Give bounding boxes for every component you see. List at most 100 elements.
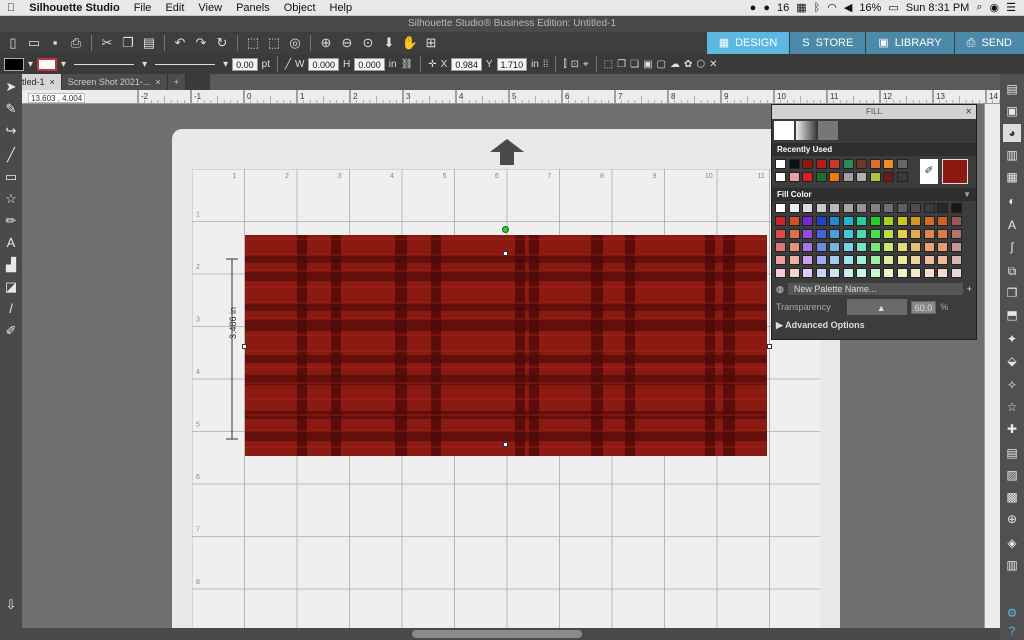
recent-color-swatch[interactable] [815,159,827,169]
tab-library[interactable]: ▣ LIBRARY [865,32,954,54]
x-field[interactable]: 0.984 [451,57,482,71]
recent-color-swatch[interactable] [775,172,786,182]
palette-color-swatch[interactable] [775,216,786,226]
pencil-icon[interactable]: ✏ [2,212,20,230]
pattern-fill-icon[interactable] [818,121,838,140]
knife-icon[interactable]: / [2,300,20,318]
palette-color-swatch[interactable] [896,229,908,239]
palette-color-swatch[interactable] [896,268,908,278]
center-icon[interactable]: ⊡ [571,59,579,70]
close-icon[interactable]: ✕ [709,59,717,70]
palette-color-swatch[interactable] [910,242,921,252]
palette-color-swatch[interactable] [856,242,867,252]
battery-percent[interactable]: 16% [859,2,881,14]
zoom-in-icon[interactable]: ⊕ [317,34,335,52]
map-icon[interactable]: ▥ [1003,556,1021,574]
battery-icon[interactable]: ▭ [888,1,898,14]
palette-color-swatch[interactable] [775,229,786,239]
palette-color-swatch[interactable] [896,255,908,265]
text-icon[interactable]: A [2,234,20,252]
recent-color-swatch[interactable] [802,159,813,169]
palette-color-swatch[interactable] [842,255,854,265]
palette-color-swatch[interactable] [842,216,854,226]
control-center-icon[interactable]: ☰ [1006,1,1016,14]
palette-color-swatch[interactable] [802,203,813,213]
doc-tab-screenshot[interactable]: Screen Shot 2021-... × [61,74,168,90]
volume-icon[interactable]: ◀ [844,1,852,14]
palette-color-swatch[interactable] [937,268,948,278]
tab-send[interactable]: ⎙ SEND [953,32,1024,54]
palette-color-swatch[interactable] [829,203,840,213]
tab-store[interactable]: S STORE [789,32,866,54]
palette-color-swatch[interactable] [937,242,948,252]
line-tool-icon[interactable]: ╱ [285,59,291,70]
pointer-icon[interactable]: ➤ [2,78,20,96]
stroke-width-field[interactable]: 0.00 [232,57,258,71]
download-icon[interactable]: ⇩ [2,596,20,614]
palette-color-swatch[interactable] [937,229,948,239]
resize-handle-bottom[interactable] [503,442,508,447]
recent-color-swatch[interactable] [788,172,800,182]
palette-color-swatch[interactable] [950,216,962,226]
fill-panel-icon[interactable]: ◕ [1003,124,1021,142]
palette-color-swatch[interactable] [815,242,827,252]
wifi-icon[interactable]: ◠ [827,1,837,14]
palette-color-swatch[interactable] [937,203,948,213]
palette-color-swatch[interactable] [923,216,935,226]
width-field[interactable]: 0.000 [308,57,340,71]
puzzle-icon[interactable]: ✚ [1003,420,1021,438]
palette-color-swatch[interactable] [788,229,800,239]
flag-icon[interactable]: ▦ [796,1,806,14]
palette-color-swatch[interactable] [950,203,962,213]
siri-icon[interactable]: ◉ [990,1,1000,14]
palette-color-swatch[interactable] [815,216,827,226]
menu-edit[interactable]: Edit [158,2,191,14]
hatch-icon[interactable]: ▨ [1003,466,1021,484]
line-end-style[interactable] [155,63,216,65]
recent-color-swatch[interactable] [896,159,908,169]
palette-color-swatch[interactable] [883,203,894,213]
resize-handle-top[interactable] [503,251,508,256]
release-icon[interactable]: ▢ [657,59,666,70]
recent-color-swatch[interactable] [883,159,894,169]
transform-icon[interactable]: ⧉ [1003,262,1021,280]
palette-color-swatch[interactable] [788,255,800,265]
palette-color-swatch[interactable] [788,242,800,252]
palette-color-swatch[interactable] [923,229,935,239]
palette-color-swatch[interactable] [883,255,894,265]
palette-color-swatch[interactable] [896,216,908,226]
palette-color-swatch[interactable] [923,268,935,278]
palette-color-swatch[interactable] [923,242,935,252]
palette-color-swatch[interactable] [815,203,827,213]
close-icon[interactable]: × [50,74,55,90]
close-icon[interactable]: ✕ [965,105,972,119]
layers-icon[interactable]: ▤ [1003,444,1021,462]
palette-color-swatch[interactable] [856,268,867,278]
save-icon[interactable]: ▪ [46,34,64,52]
menu-app-name[interactable]: Silhouette Studio [22,2,126,14]
edit-points-icon[interactable]: ✎ [2,100,20,118]
add-tab-button[interactable]: + [167,74,186,90]
palette-color-swatch[interactable] [950,242,962,252]
chevron-down-icon[interactable]: ▼ [963,190,971,199]
menu-help[interactable]: Help [323,2,360,14]
menu-file[interactable]: File [127,2,159,14]
recent-color-swatch[interactable] [896,172,908,182]
palette-color-swatch[interactable] [869,255,881,265]
recent-color-swatch[interactable] [802,172,813,182]
text-style-icon[interactable]: A [1003,216,1021,234]
palette-color-swatch[interactable] [896,242,908,252]
lock-icon[interactable]: ⛓ [401,59,414,70]
fill-swatch[interactable] [4,57,24,71]
resize-handle-left[interactable] [242,344,247,349]
menu-object[interactable]: Object [277,2,323,14]
nesting-icon[interactable]: ◈ [1003,534,1021,552]
transparency-slider[interactable]: ▲ [846,299,907,315]
group-icon[interactable]: ❐ [617,59,626,70]
palette-color-swatch[interactable] [869,216,881,226]
palette-color-swatch[interactable] [775,255,786,265]
palette-color-swatch[interactable] [937,255,948,265]
palette-color-swatch[interactable] [883,216,894,226]
palette-color-swatch[interactable] [802,242,813,252]
slider-thumb-icon[interactable]: ▲ [877,303,886,313]
